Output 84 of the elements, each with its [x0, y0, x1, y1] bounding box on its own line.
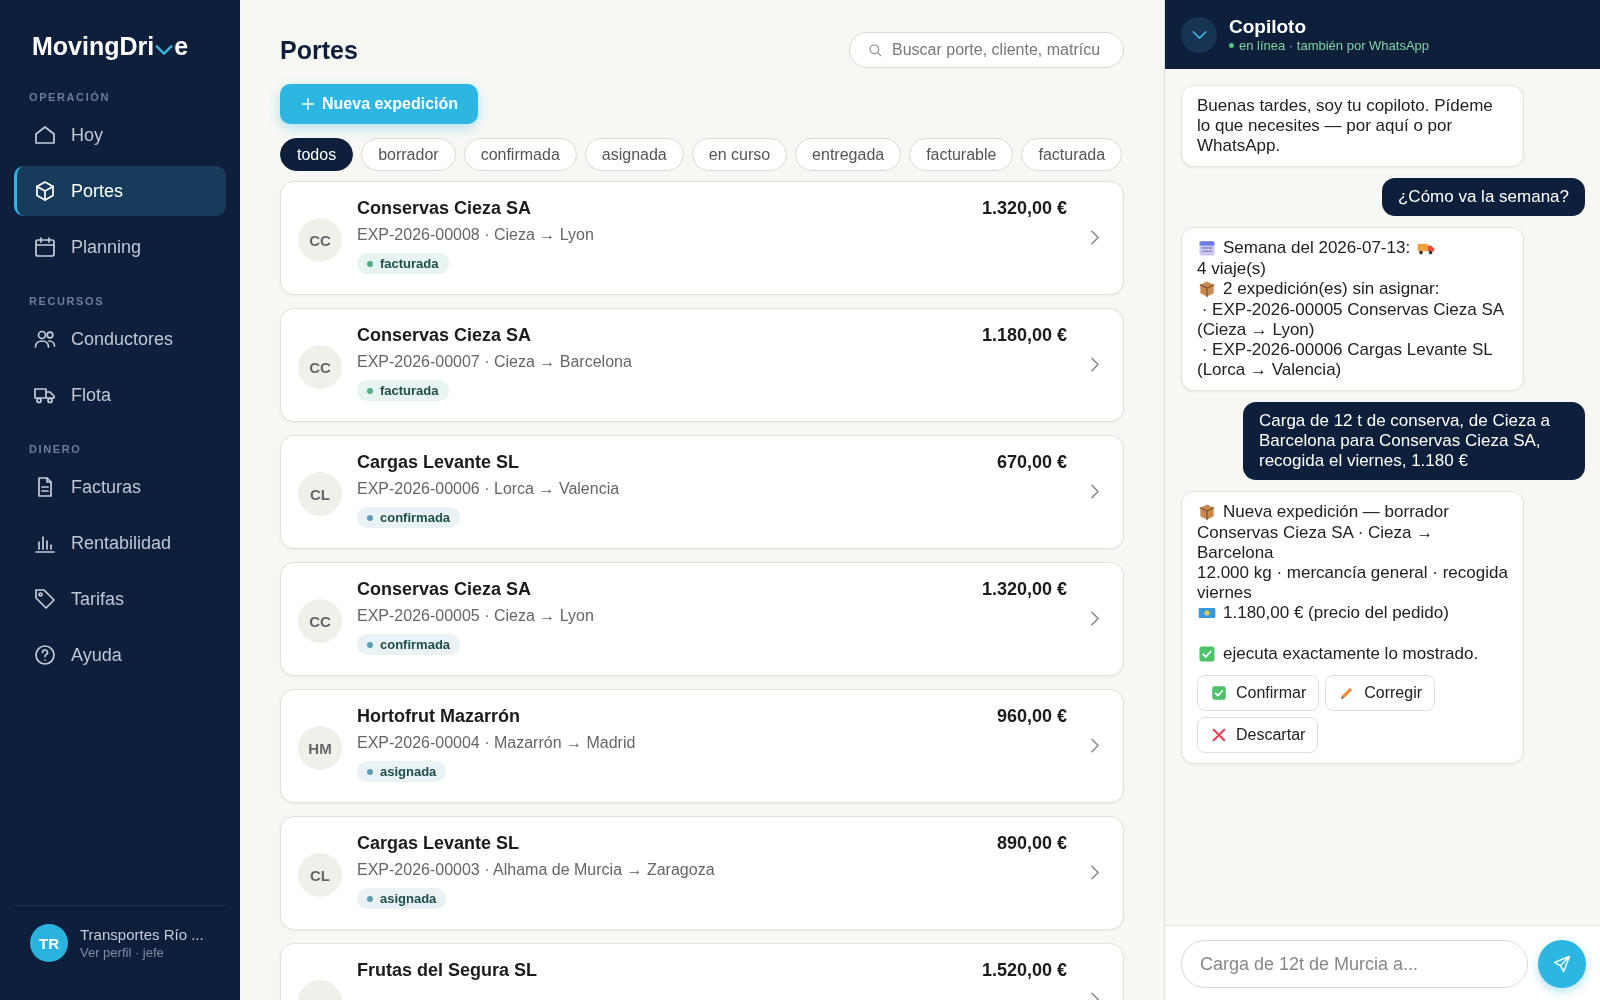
amount: 1.520,00 € — [981, 960, 1067, 981]
shipment-detail: EXP-2026-00003 · Alhama de Murcia → Zaragoza — [357, 861, 715, 879]
status-text: en línea · también por WhatsApp — [1239, 38, 1430, 53]
nav-item[interactable]: Conductores — [14, 314, 226, 364]
filter-chip[interactable]: facturada — [1021, 138, 1123, 171]
shipment-detail: EXP-2026-00008 · Cieza → Lyon — [357, 226, 594, 244]
logo: MovingDri e — [31, 32, 189, 62]
action-button[interactable]: Corregir — [1325, 675, 1436, 711]
filter-chip[interactable]: entregada — [795, 138, 902, 171]
shipment-detail: EXP-2026-00006 · Lorca → Valencia — [357, 480, 620, 498]
status-text: facturada — [380, 256, 439, 271]
message-text: Semana del 2026-07-13: — [1223, 238, 1411, 258]
shipment-card[interactable]: CL Cargas Levante SL EXP-2026-00006 · Lorca → Valencia confirmada 670,00 € — [280, 435, 1124, 549]
amount: 1.320,00 € — [981, 579, 1067, 600]
page-title: Portes — [280, 35, 358, 65]
avatar: TR — [30, 924, 68, 962]
message-field[interactable]: Carga de 12t de Murcia a... — [1181, 940, 1528, 988]
shipment-detail: EXP-2026-00004 · Mazarrón → Madrid — [357, 734, 636, 752]
message-text: 4 viaje(s) — [1197, 259, 1266, 279]
nav-item[interactable]: Planning — [14, 222, 226, 272]
filter-chip[interactable]: en curso — [691, 138, 788, 171]
amount: 670,00 € — [996, 452, 1067, 473]
shipment-card[interactable]: CC Conservas Cieza SA EXP-2026-00007 · Cieza → Barcelona facturada 1.180,00 € — [280, 308, 1124, 422]
status-text: facturada — [380, 383, 439, 398]
message-text: · EXP-2026-00005 Conservas Cieza SA (Cieza → Lyon) — [1197, 300, 1505, 340]
client-name: Conservas Cieza SA — [357, 325, 532, 346]
shipment-card[interactable]: CL Cargas Levante SL EXP-2026-00003 · Alhama de Murcia → Zaragoza asignada 890,00 € — [280, 816, 1124, 930]
amount: 1.180,00 € — [981, 325, 1067, 346]
section-label: RECURSOS — [28, 294, 105, 309]
shipment-card[interactable]: Frutas del Segura SL 1.520,00 € — [280, 943, 1124, 1000]
filter-chip[interactable]: borrador — [361, 138, 456, 171]
message-text: Carga de 12 t de conserva, de Cieza a Barcelona para Conservas Cieza SA, recogida el viernes, 1.180 € — [1259, 411, 1552, 471]
message-text: 1.180,00 € (precio del pedido) — [1223, 603, 1449, 623]
status-text: confirmada — [380, 637, 451, 652]
shipment-card[interactable]: CC Conservas Cieza SA EXP-2026-00008 · Cieza → Lyon facturada 1.320,00 € — [280, 181, 1124, 295]
nav-item[interactable]: Portes — [14, 166, 226, 216]
chat-title: Copiloto — [1229, 16, 1308, 38]
nav-item[interactable]: Tarifas — [14, 574, 226, 624]
message-text: ejecuta exactamente lo mostrado. — [1223, 644, 1479, 664]
message-text: · EXP-2026-00006 Cargas Levante SL (Lorca → Valencia) — [1197, 340, 1494, 380]
shipment-detail: EXP-2026-00007 · Cieza → Barcelona — [357, 353, 632, 371]
message-text: Conservas Cieza SA · Cieza → Barcelona — [1197, 523, 1435, 563]
avatar: CC — [298, 218, 342, 262]
shipment-card[interactable]: CC Conservas Cieza SA EXP-2026-00005 · Cieza → Lyon confirmada 1.320,00 € — [280, 562, 1124, 676]
nav-item[interactable]: Flota — [14, 370, 226, 420]
amount: 890,00 € — [996, 833, 1067, 854]
avatar: HM — [298, 726, 342, 770]
amount: 960,00 € — [996, 706, 1067, 727]
filter-chip[interactable]: confirmada — [463, 138, 577, 171]
nav-item[interactable]: Ayuda — [14, 630, 226, 680]
amount: 1.320,00 € — [981, 198, 1067, 219]
client-name: Frutas del Segura SL — [357, 960, 538, 981]
avatar: CC — [298, 599, 342, 643]
message-text: 12.000 kg · mercancía general · recogida viernes — [1197, 563, 1508, 603]
shipment-card[interactable]: HM Hortofrut Mazarrón EXP-2026-00004 · Mazarrón → Madrid asignada 960,00 € — [280, 689, 1124, 803]
search-field[interactable]: Buscar porte, cliente, matrícu — [849, 32, 1124, 68]
status-text: asignada — [380, 891, 437, 906]
message-text: 2 expedición(es) sin asignar: — [1223, 279, 1440, 299]
client-name: Cargas Levante SL — [357, 833, 520, 854]
section-label: OPERACIÓN — [28, 90, 111, 105]
status-text: asignada — [380, 764, 437, 779]
avatar: CL — [298, 472, 342, 516]
nav-item[interactable]: Hoy — [14, 110, 226, 160]
profile-link[interactable]: Ver perfil · jefe — [80, 945, 204, 960]
message-text: Buenas tardes, soy tu copiloto. Pídeme lo que necesites — por aquí o por WhatsApp. — [1197, 96, 1494, 156]
filter-chip[interactable]: facturable — [909, 138, 1014, 171]
filter-chip[interactable]: asignada — [584, 138, 684, 171]
message-text: ¿Cómo va la semana? — [1397, 187, 1569, 207]
client-name: Conservas Cieza SA — [357, 198, 532, 219]
action-button[interactable]: Descartar — [1197, 717, 1319, 753]
client-name: Cargas Levante SL — [357, 452, 520, 473]
client-name: Hortofrut Mazarrón — [357, 706, 520, 727]
profile-name[interactable]: Transportes Río ... — [80, 926, 204, 943]
section-label: DINERO — [28, 442, 82, 457]
action-button[interactable]: Confirmar — [1197, 675, 1320, 711]
avatar: CC — [298, 345, 342, 389]
nav-item[interactable]: Rentabilidad — [14, 518, 226, 568]
client-name: Conservas Cieza SA — [357, 579, 532, 600]
status-text: confirmada — [380, 510, 451, 525]
message-text: Nueva expedición — borrador — [1223, 502, 1449, 522]
shipment-detail: EXP-2026-00005 · Cieza → Lyon — [357, 607, 594, 625]
avatar: CL — [298, 853, 342, 897]
nav-item[interactable]: Facturas — [14, 462, 226, 512]
filter-chip[interactable]: todos — [280, 138, 354, 171]
